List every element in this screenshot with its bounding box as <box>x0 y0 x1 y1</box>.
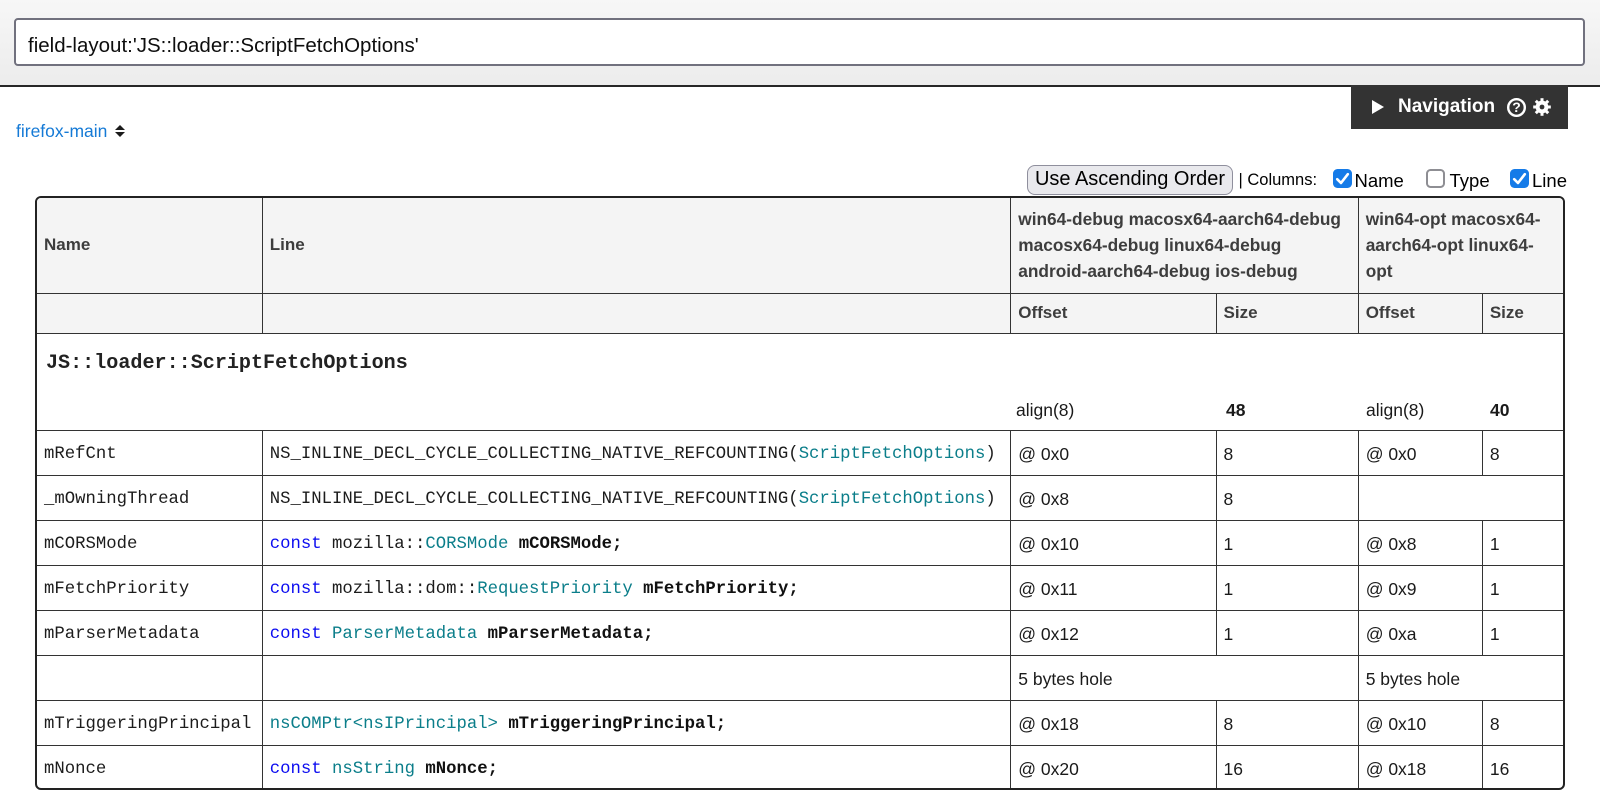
svg-text:?: ? <box>1512 99 1521 115</box>
